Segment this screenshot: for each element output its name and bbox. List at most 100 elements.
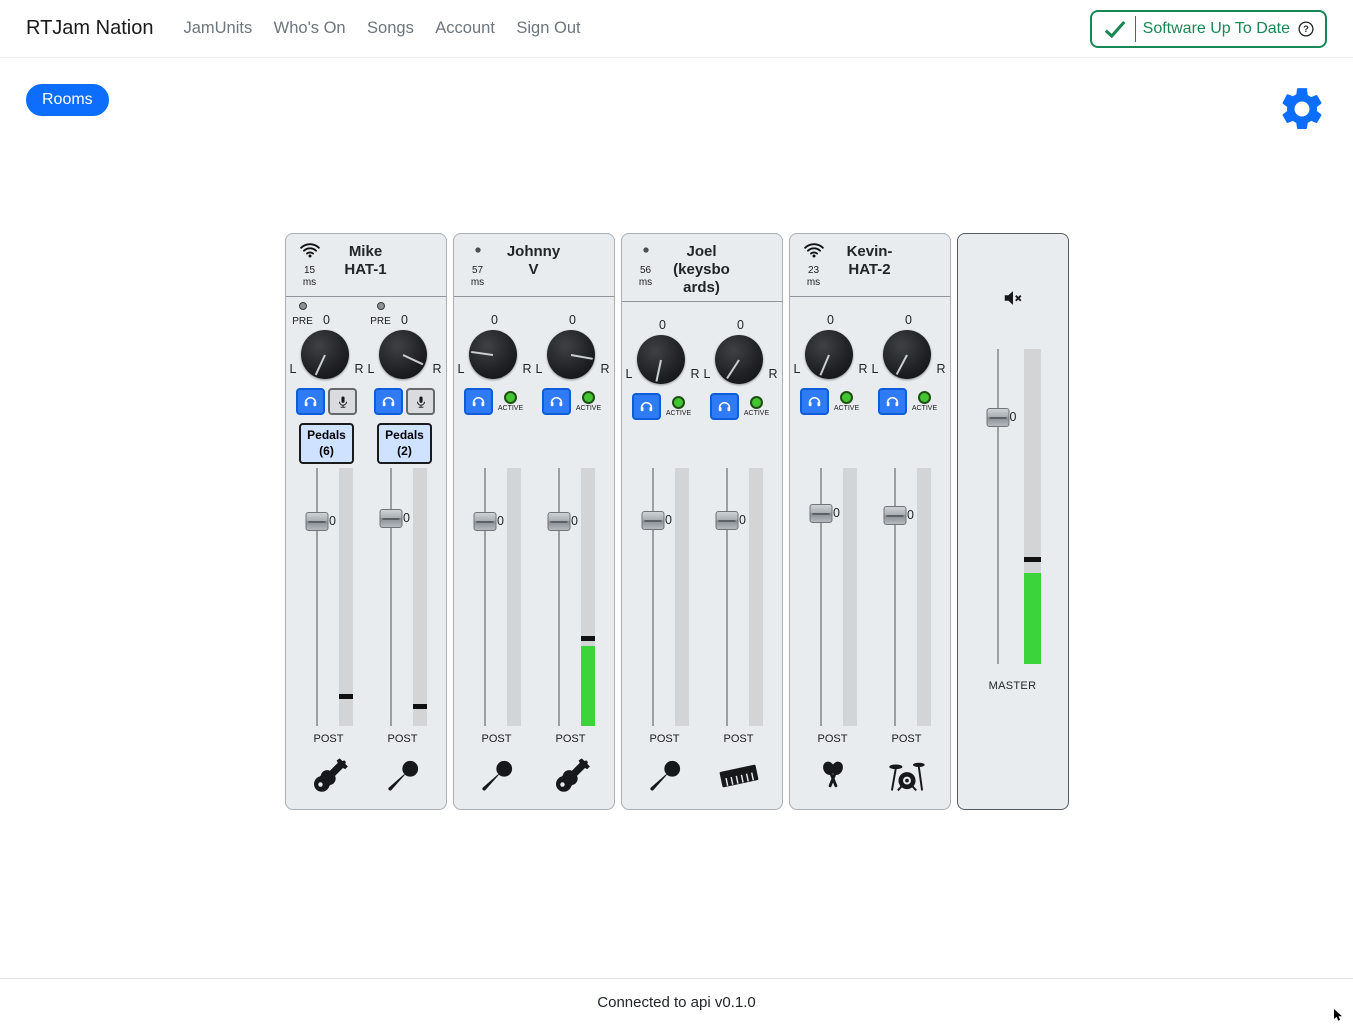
instrument-row xyxy=(286,747,446,809)
knob-head: 0 xyxy=(626,309,700,335)
knob-right-label: R xyxy=(690,367,699,384)
fader-thumb[interactable] xyxy=(810,504,833,523)
fader-thumb[interactable] xyxy=(716,511,739,530)
gear-icon[interactable] xyxy=(1277,84,1327,134)
brand[interactable]: RTJam Nation xyxy=(26,17,153,40)
pan-knob[interactable] xyxy=(883,330,931,379)
question-icon[interactable]: ? xyxy=(1297,20,1315,38)
headphone-button[interactable] xyxy=(542,388,571,415)
active-label: ACTIVE xyxy=(912,405,937,412)
fader: 0 xyxy=(378,468,404,726)
post-row: POSTPOST xyxy=(790,726,950,747)
active-indicator: ACTIVE xyxy=(664,393,694,417)
mic-button[interactable] xyxy=(406,388,435,415)
headphone-button[interactable] xyxy=(710,393,739,420)
control-pair: ACTIVE xyxy=(710,393,772,420)
knob-left-label: L xyxy=(794,362,801,379)
mic-icon xyxy=(336,393,350,411)
fader-track[interactable] xyxy=(726,468,728,726)
knob-value: 0 xyxy=(704,309,778,332)
fader-track[interactable] xyxy=(652,468,654,726)
connection: 15ms xyxy=(296,242,324,288)
drums-icon xyxy=(886,755,928,797)
pan-knob[interactable] xyxy=(547,330,595,379)
fader-track[interactable] xyxy=(997,349,999,664)
pan-knob[interactable] xyxy=(805,330,853,379)
control-row xyxy=(286,379,446,415)
mouse-cursor xyxy=(1330,1007,1346,1023)
fader-track[interactable] xyxy=(316,468,318,726)
fader-thumb[interactable] xyxy=(306,512,329,531)
headphone-button[interactable] xyxy=(878,388,907,415)
headphone-button[interactable] xyxy=(374,388,403,415)
channel-header: 15msMike HAT-1 xyxy=(286,234,446,297)
pedals-button[interactable]: Pedals(2) xyxy=(377,423,432,464)
active-dot xyxy=(840,391,853,404)
nav-songs[interactable]: Songs xyxy=(367,19,414,37)
nav-account[interactable]: Account xyxy=(435,19,495,37)
knob-group: 0LR xyxy=(458,304,532,379)
active-dot xyxy=(582,391,595,404)
latency-label: 15ms xyxy=(296,265,324,288)
headphone-button[interactable] xyxy=(632,393,661,420)
fader-thumb[interactable] xyxy=(474,512,497,531)
fader-value: 0 xyxy=(739,513,746,527)
headphone-button[interactable] xyxy=(296,388,325,415)
fader-row: 00 xyxy=(454,468,614,726)
knob-line: LR xyxy=(368,330,442,379)
level-meter xyxy=(581,468,595,726)
meter-level-fill xyxy=(581,646,595,726)
wifi-icon xyxy=(299,242,321,258)
fader-track[interactable] xyxy=(484,468,486,726)
nav-whos-on[interactable]: Who's On xyxy=(274,19,346,37)
fader-thumb[interactable] xyxy=(884,506,907,525)
active-dot xyxy=(504,391,517,404)
headphone-button[interactable] xyxy=(464,388,493,415)
knob-pointer xyxy=(656,359,663,381)
pre-dot xyxy=(377,302,385,310)
pre-label: PRE xyxy=(292,316,313,327)
channel-name: Joel (keysboards) xyxy=(673,240,731,297)
control-pair: ACTIVE xyxy=(464,388,526,415)
pan-knob[interactable] xyxy=(301,330,349,379)
fader-value: 0 xyxy=(403,511,410,525)
control-pair: ACTIVE xyxy=(542,388,604,415)
nav-links: JamUnits Who's On Songs Account Sign Out xyxy=(183,19,597,38)
pan-knob[interactable] xyxy=(379,330,427,379)
knob-head: PRE0 xyxy=(368,304,442,330)
mic-button[interactable] xyxy=(328,388,357,415)
level-meter xyxy=(1024,349,1041,664)
fader-value: 0 xyxy=(571,514,578,528)
pan-knob[interactable] xyxy=(637,335,685,384)
keyboard-icon xyxy=(718,755,760,797)
headphone-button[interactable] xyxy=(800,388,829,415)
pan-knob[interactable] xyxy=(715,335,763,384)
fader-row: 00 xyxy=(622,468,782,726)
nav-jamunits[interactable]: JamUnits xyxy=(183,19,252,37)
knob-line: LR xyxy=(290,330,364,379)
fader-thumb[interactable] xyxy=(548,512,571,531)
knob-line: LR xyxy=(704,335,778,384)
fader-track[interactable] xyxy=(558,468,560,726)
fader-track[interactable] xyxy=(390,468,392,726)
software-update-button[interactable]: Software Up To Date ? xyxy=(1090,10,1327,48)
rooms-button[interactable]: Rooms xyxy=(26,84,109,116)
level-meter xyxy=(413,468,427,726)
meter-level-fill xyxy=(1024,573,1041,664)
headphone-icon xyxy=(884,394,901,409)
fader-thumb[interactable] xyxy=(642,511,665,530)
master-mute-icon[interactable] xyxy=(1002,287,1024,309)
knob-right-label: R xyxy=(768,367,777,384)
fader-thumb[interactable] xyxy=(986,408,1009,427)
knob-head: 0 xyxy=(536,304,610,330)
knob-line: LR xyxy=(872,330,946,379)
meter-peak-tick xyxy=(413,704,427,709)
level-meter xyxy=(675,468,689,726)
knob-pointer xyxy=(571,354,593,360)
pan-knob[interactable] xyxy=(469,330,517,379)
fader-thumb[interactable] xyxy=(380,509,403,528)
nav-sign-out[interactable]: Sign Out xyxy=(516,19,580,37)
instrument-row xyxy=(622,747,782,809)
pedals-button[interactable]: Pedals(6) xyxy=(299,423,354,464)
channel-name: Kevin-HAT-2 xyxy=(841,240,899,279)
